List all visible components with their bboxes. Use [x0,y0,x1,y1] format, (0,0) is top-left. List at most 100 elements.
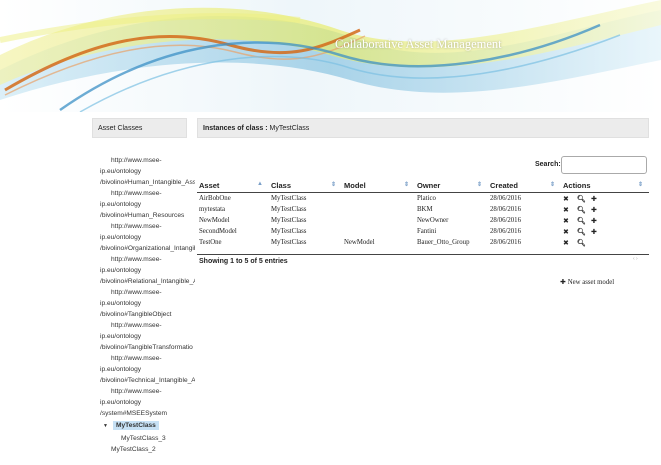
pagination-arrows[interactable]: ‹ › [633,256,638,262]
sort-ascending-icon[interactable]: ▲ [257,181,263,187]
cell-class: MyTestClass [271,206,307,213]
close-icon[interactable]: ✖ [563,228,577,236]
tree-item[interactable]: http://www.msee- [100,320,195,331]
cell-asset: SecondModel [199,228,237,235]
table-footer-divider [197,254,649,255]
tree-item[interactable]: http://www.msee- [100,386,195,397]
plus-icon[interactable]: ✚ [591,195,605,203]
table-row[interactable]: mytestata MyTestClass BKM 28/06/2016 ✖ 🔍︎ ✚ [197,204,649,215]
tree-item-child[interactable]: MyTestClass_3 [121,435,166,442]
cell-owner: BKM [417,206,433,213]
cell-owner: Bauer_Otto_Group [417,239,470,246]
cell-model [342,193,415,205]
column-header[interactable]: Class ⇕ [269,179,342,193]
tree-item[interactable]: /bivolino#Organizational_Intangib [100,243,195,254]
tree-item[interactable]: /bivolino#Human_Resources [100,210,195,221]
tree-item[interactable]: /bivolino#TangibleTransformatio [100,342,195,353]
instances-header: Instances of class : MyTestClass [197,118,649,138]
column-header-label: Class [271,181,292,190]
tree-item[interactable]: http://www.msee- [100,254,195,265]
cell-owner: NewOwner [417,217,449,224]
asset-class-tree: http://www.msee-ip.eu/ontology/bivolino#… [100,155,195,453]
tree-item[interactable]: http://www.msee- [100,155,195,166]
tree-item[interactable]: http://www.msee- [100,188,195,199]
header-banner: Collaborative Asset Management [0,0,661,112]
tree-item[interactable]: http://www.msee- [100,221,195,232]
column-header[interactable]: Owner ⇕ [415,179,488,193]
tree-item[interactable]: /bivolino#Human_Intangible_Ass [100,177,195,188]
tree-item-label: MyTestClass [113,421,159,430]
search-icon[interactable]: 🔍︎ [577,239,591,247]
plus-icon[interactable]: ✚ [591,217,605,225]
cell-created: 28/06/2016 [490,228,521,235]
close-icon[interactable]: ✖ [563,195,577,203]
table-row[interactable]: AirBobOne MyTestClass Platico 28/06/2016 ✖ 🔍︎… [197,193,649,205]
search-icon[interactable]: 🔍︎ [577,217,591,225]
table-row[interactable]: SecondModel MyTestClass Fantini 28/06/2016 ✖… [197,226,649,237]
cell-class: MyTestClass [271,239,307,246]
tree-item[interactable]: /bivolino#Technical_Intangible_A [100,375,195,386]
close-icon[interactable]: ✖ [563,239,577,247]
search-label: Search: [535,161,561,168]
tree-item[interactable]: ip.eu/ontology [100,265,195,276]
tree-item[interactable]: ip.eu/ontology [100,166,195,177]
column-header[interactable]: Asset ▲ [197,179,269,193]
close-icon[interactable]: ✖ [563,217,577,225]
sort-arrows-icon[interactable]: ⇕ [638,181,643,188]
banner-waves-graphic [0,0,661,112]
cell-owner: Fantini [417,228,437,235]
tree-item[interactable]: /system#MSEESystem [100,408,195,419]
column-header-label: Created [490,181,518,190]
table-row[interactable]: NewModel MyTestClass NewOwner 28/06/2016 ✖ 🔍︎… [197,215,649,226]
sort-arrows-icon[interactable]: ⇕ [550,181,555,188]
tree-item[interactable]: ip.eu/ontology [100,397,195,408]
tree-item[interactable]: ip.eu/ontology [100,199,195,210]
tree-item[interactable]: http://www.msee- [100,287,195,298]
plus-icon[interactable]: ✚ [591,206,605,214]
search-icon[interactable]: 🔍︎ [577,195,591,203]
plus-icon[interactable]: ✚ [591,228,605,236]
tree-item[interactable]: /bivolino#Relational_Intangible_A [100,276,195,287]
cell-model: NewModel [344,239,375,246]
tree-item[interactable]: ip.eu/ontology [100,364,195,375]
cell-asset: AirBobOne [199,195,231,202]
table-row[interactable]: TestOne MyTestClass NewModel Bauer_Otto_Gro… [197,237,649,248]
cell-class: MyTestClass [271,195,307,202]
instances-class-name: MyTestClass [269,125,310,132]
tree-item[interactable]: ip.eu/ontology [100,298,195,309]
cell-actions: ✖ 🔍︎ ✚ [561,193,649,205]
asset-classes-header: Asset Classes [92,118,187,138]
column-header[interactable]: Created ⇕ [488,179,561,193]
cell-asset: TestOne [199,239,222,246]
table-header-row: Asset ▲ Class ⇕ Model ⇕ Owner ⇕ Created ⇕ Actions ⇕ [197,179,649,193]
column-header-label: Model [344,181,366,190]
cell-created: 28/06/2016 [490,217,521,224]
asset-classes-title: Asset Classes [98,125,143,132]
tree-item[interactable]: MyTestClass_2 [111,446,156,453]
cell-asset: mytestata [199,206,226,213]
table-info: Showing 1 to 5 of 5 entries [199,258,288,265]
sort-arrows-icon[interactable]: ⇕ [331,181,336,188]
cell-class: MyTestClass [271,228,307,235]
expand-arrow-icon[interactable]: ▼ [103,423,108,429]
sort-arrows-icon[interactable]: ⇕ [404,181,409,188]
cell-model [342,226,415,237]
column-header-label: Owner [417,181,441,190]
new-asset-model-label: New asset model [567,279,615,286]
tree-item[interactable]: /bivolino#TangibleObject [100,309,195,320]
table-body: AirBobOne MyTestClass Platico 28/06/2016 ✖ 🔍︎… [197,193,649,249]
sort-arrows-icon[interactable]: ⇕ [477,181,482,188]
cell-model [342,204,415,215]
column-header-label: Asset [199,181,220,190]
tree-item[interactable]: http://www.msee- [100,353,195,364]
search-icon[interactable]: 🔍︎ [577,228,591,236]
tree-item[interactable]: ip.eu/ontology [100,232,195,243]
search-icon[interactable]: 🔍︎ [577,206,591,214]
column-header[interactable]: Model ⇕ [342,179,415,193]
tree-item[interactable]: ip.eu/ontology [100,331,195,342]
new-asset-model-button[interactable]: ✚ New asset model [560,278,614,286]
column-header[interactable]: Actions ⇕ [561,179,649,193]
search-input[interactable] [561,156,647,174]
close-icon[interactable]: ✖ [563,206,577,214]
cell-created: 28/06/2016 [490,239,521,246]
